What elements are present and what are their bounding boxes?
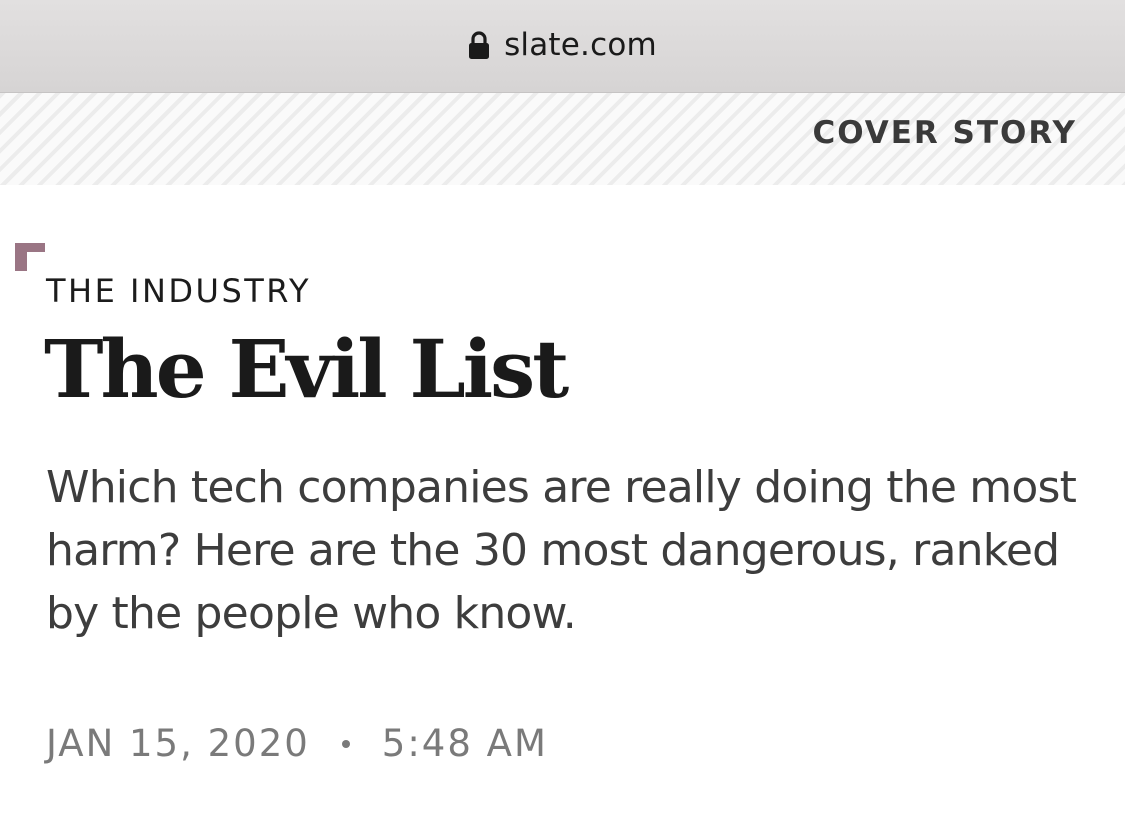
section-banner: COVER STORY — [0, 93, 1125, 185]
section-label[interactable]: COVER STORY — [812, 115, 1077, 151]
article-time: 5:48 AM — [381, 722, 548, 765]
article-kicker[interactable]: THE INDUSTRY — [46, 272, 311, 310]
lock-icon — [468, 30, 490, 60]
browser-url-bar[interactable]: slate.com — [0, 0, 1125, 93]
url-display[interactable]: slate.com — [0, 22, 1125, 68]
url-text[interactable]: slate.com — [504, 27, 657, 63]
separator-dot-icon — [341, 739, 350, 748]
corner-bracket-icon — [15, 243, 45, 271]
article-date: JAN 15, 2020 — [46, 722, 310, 765]
article-timestamp: JAN 15, 2020 5:48 AM — [46, 722, 548, 765]
article-headline: The Evil List — [44, 322, 569, 416]
article-dek: Which tech companies are really doing th… — [46, 462, 1077, 639]
